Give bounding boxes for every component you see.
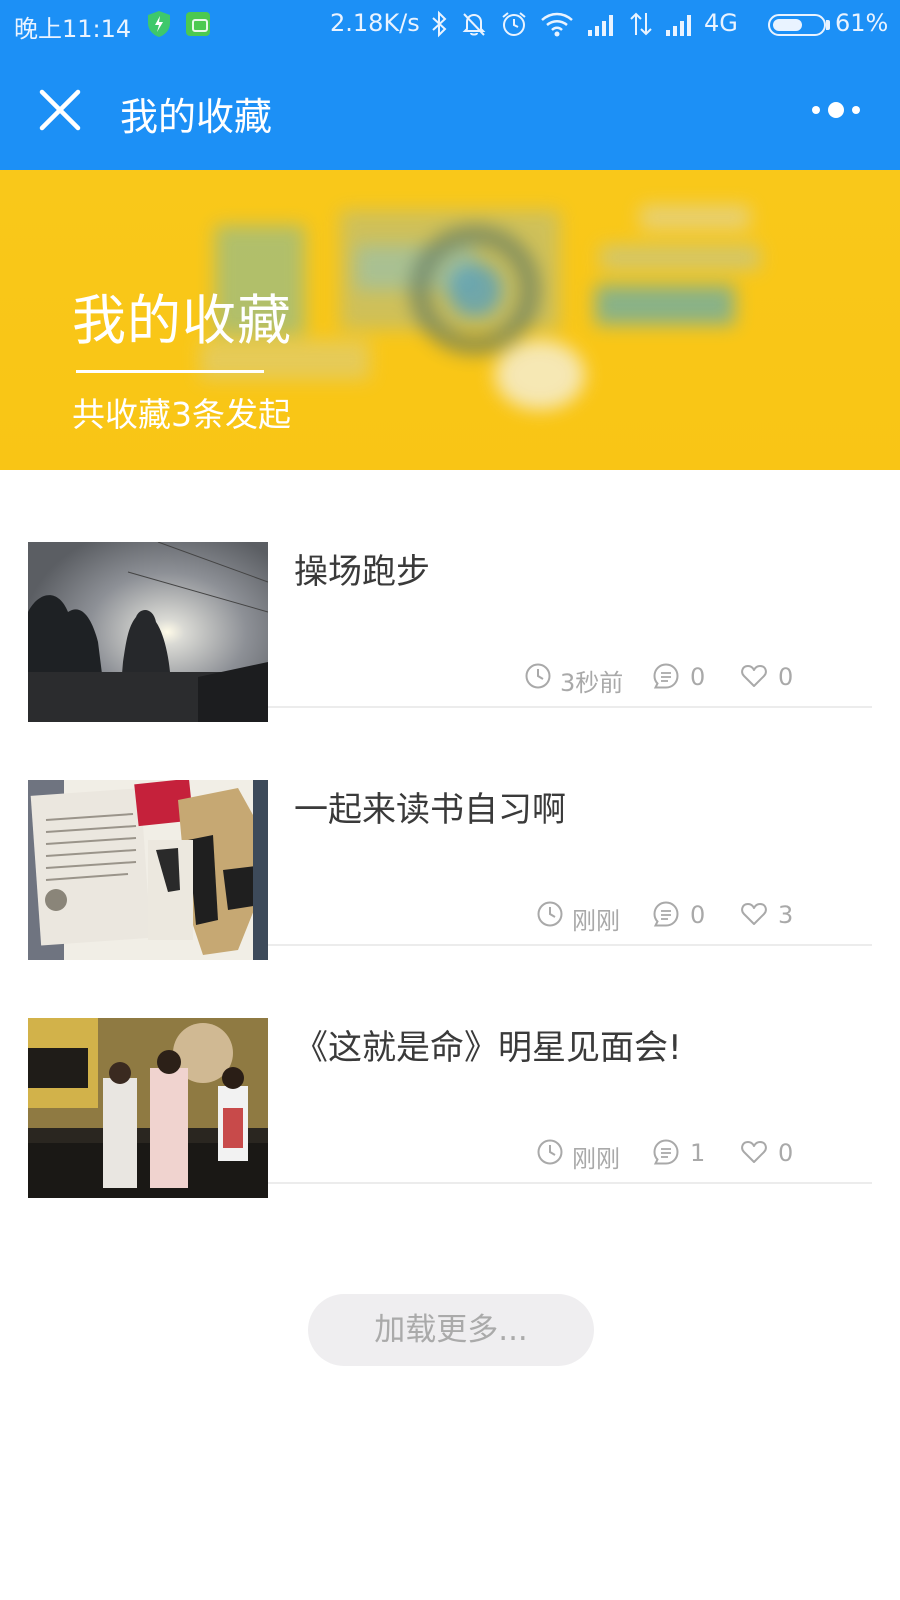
clock-icon	[537, 1139, 563, 1165]
page-title: 我的收藏	[120, 95, 273, 139]
comment-icon	[653, 663, 679, 689]
signal-icon-2	[666, 15, 691, 36]
load-more-button[interactable]: 加载更多...	[308, 1294, 594, 1366]
status-time: 晚上11:14	[14, 15, 132, 43]
mute-icon	[462, 13, 486, 36]
clock-icon	[537, 901, 563, 927]
battery-level	[773, 19, 802, 31]
favorites-banner: 我的收藏 共收藏3条发起	[0, 170, 900, 470]
app-icon	[186, 12, 210, 36]
list-item[interactable]: 一起来读书自习啊 刚刚 0 3	[28, 708, 872, 960]
list-item[interactable]: 操场跑步 3秒前 0 0	[28, 470, 872, 722]
book-photo	[28, 780, 268, 960]
item-comment-count: 0	[690, 901, 706, 929]
heart-icon	[741, 1141, 767, 1163]
stage-photo	[28, 1018, 268, 1198]
item-like-count: 3	[778, 901, 794, 929]
item-time-label: 刚刚	[572, 907, 620, 935]
banner-title: 我的收藏	[72, 289, 292, 352]
shield-icon	[148, 11, 170, 37]
item-comment-count: 1	[690, 1139, 706, 1167]
battery-tip	[826, 20, 830, 30]
data-arrows-icon	[630, 12, 652, 36]
heart-icon	[741, 665, 767, 687]
comment-icon	[653, 901, 679, 927]
signal-icon	[588, 15, 613, 36]
banner-divider	[76, 370, 264, 373]
item-comment-count: 0	[690, 663, 706, 691]
banner-subtitle: 共收藏3条发起	[72, 395, 291, 434]
bluetooth-icon	[432, 10, 447, 38]
comment-icon	[653, 1139, 679, 1165]
item-title: 《这就是命》明星见面会!	[294, 1028, 682, 1068]
more-icon[interactable]	[806, 92, 866, 128]
clock-icon	[525, 663, 551, 689]
item-title: 一起来读书自习啊	[294, 790, 566, 830]
nav-bar: 我的收藏	[0, 50, 900, 170]
item-like-count: 0	[778, 1139, 794, 1167]
battery-icon	[768, 14, 826, 36]
status-net-speed: 2.18K/s	[330, 9, 420, 37]
playground-photo	[28, 542, 268, 722]
battery-percent: 61%	[835, 9, 889, 37]
heart-icon	[741, 903, 767, 925]
status-bar: 晚上11:14 2.18K/s 4G 61%	[0, 0, 900, 50]
item-like-count: 0	[778, 663, 794, 691]
item-time-label: 3秒前	[560, 669, 624, 697]
item-title: 操场跑步	[294, 552, 430, 592]
status-network-type: 4G	[704, 9, 738, 37]
close-icon[interactable]	[38, 88, 82, 132]
alarm-icon	[502, 12, 526, 36]
item-time-label: 刚刚	[572, 1145, 620, 1173]
list-item[interactable]: 《这就是命》明星见面会! 刚刚 1 0	[28, 946, 872, 1198]
wifi-icon	[541, 12, 573, 37]
